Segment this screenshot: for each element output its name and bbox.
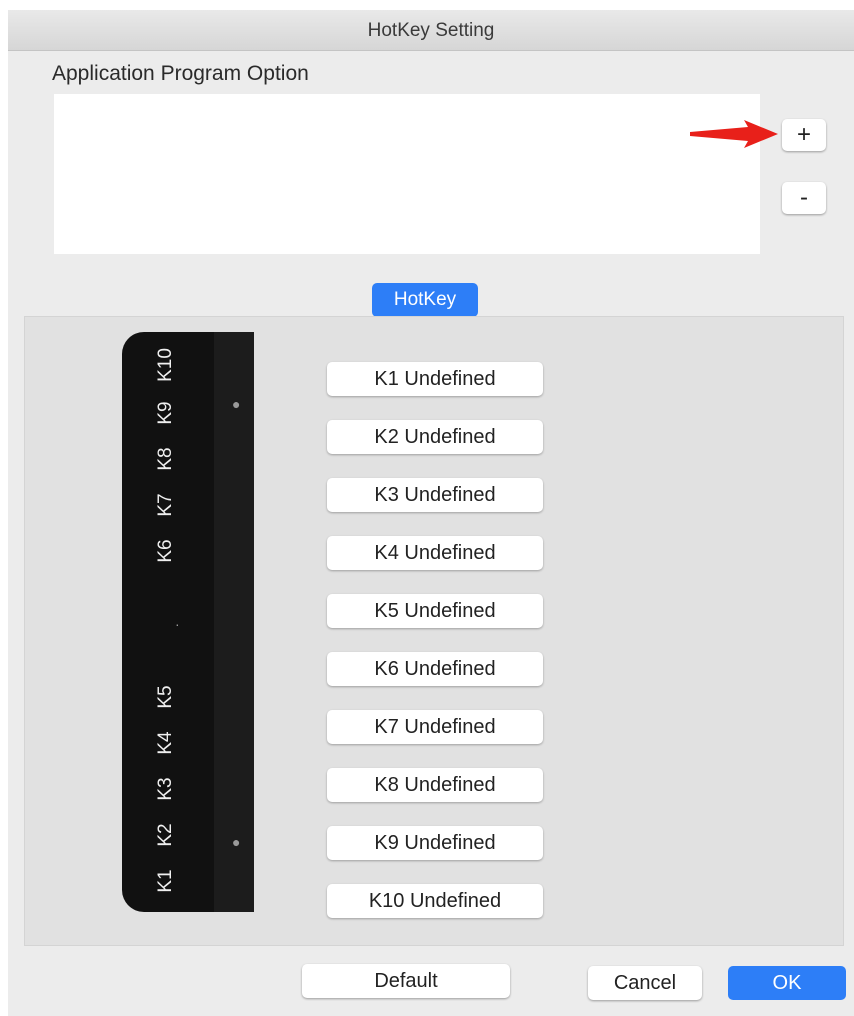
tablet-edge	[214, 332, 254, 912]
tablet-dot-top: ●	[232, 396, 241, 412]
tablet-key-label: K6	[155, 539, 176, 563]
window-title: HotKey Setting	[8, 10, 854, 51]
default-button[interactable]: Default	[302, 964, 510, 998]
add-application-button[interactable]: +	[782, 119, 826, 151]
hotkey-button-k1[interactable]: K1 Undefined	[327, 362, 543, 396]
hotkey-button-k8[interactable]: K8 Undefined	[327, 768, 543, 802]
red-arrow-annotation	[690, 120, 778, 148]
cancel-button[interactable]: Cancel	[588, 966, 702, 1000]
tablet-dot-middle: ·	[175, 616, 180, 632]
remove-application-button[interactable]: -	[782, 182, 826, 214]
hotkey-button-k4[interactable]: K4 Undefined	[327, 536, 543, 570]
hotkey-button-k5[interactable]: K5 Undefined	[327, 594, 543, 628]
hotkey-button-k3[interactable]: K3 Undefined	[327, 478, 543, 512]
tablet-key-label: K1	[155, 869, 176, 893]
ok-button[interactable]: OK	[728, 966, 846, 1000]
tablet-dot-bottom: ●	[232, 834, 241, 850]
hotkey-button-k7[interactable]: K7 Undefined	[327, 710, 543, 744]
hotkey-button-k6[interactable]: K6 Undefined	[327, 652, 543, 686]
hotkey-button-k9[interactable]: K9 Undefined	[327, 826, 543, 860]
tab-hotkey[interactable]: HotKey	[372, 283, 478, 317]
application-list[interactable]	[54, 94, 760, 254]
hotkey-setting-window: HotKey Setting Application Program Optio…	[8, 10, 854, 1016]
app-program-option-label: Application Program Option	[52, 62, 309, 85]
hotkey-button-k10[interactable]: K10 Undefined	[327, 884, 543, 918]
hotkey-button-k2[interactable]: K2 Undefined	[327, 420, 543, 454]
